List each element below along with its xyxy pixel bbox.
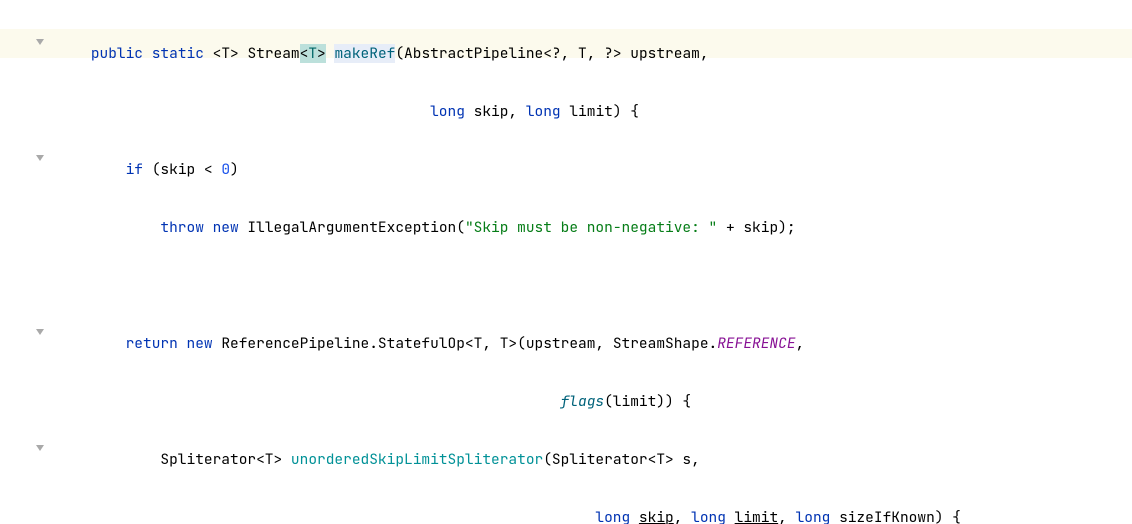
code-editor[interactable]: public static <T> Stream<T> makeRef(Abst… xyxy=(0,0,1132,524)
code-line[interactable]: throw new IllegalArgumentException("Skip… xyxy=(0,203,1132,232)
code-line[interactable]: long skip, long limit, long sizeIfKnown)… xyxy=(0,493,1132,522)
code-line[interactable]: return new ReferencePipeline.StatefulOp<… xyxy=(0,319,1132,348)
fold-toggle-icon[interactable] xyxy=(30,145,56,174)
fold-toggle-icon[interactable] xyxy=(30,319,56,348)
code-line[interactable]: long skip, long limit) { xyxy=(0,87,1132,116)
code-line[interactable]: if (skip < 0) xyxy=(0,145,1132,174)
fold-toggle-icon[interactable] xyxy=(30,435,56,464)
fold-toggle-icon[interactable] xyxy=(30,29,56,58)
code-line[interactable]: public static <T> Stream<T> makeRef(Abst… xyxy=(0,29,1132,58)
code-line[interactable]: flags(limit)) { xyxy=(0,377,1132,406)
code-line[interactable]: Spliterator<T> unorderedSkipLimitSpliter… xyxy=(0,435,1132,464)
code-line[interactable] xyxy=(0,261,1132,290)
method-name: makeRef xyxy=(334,44,395,63)
